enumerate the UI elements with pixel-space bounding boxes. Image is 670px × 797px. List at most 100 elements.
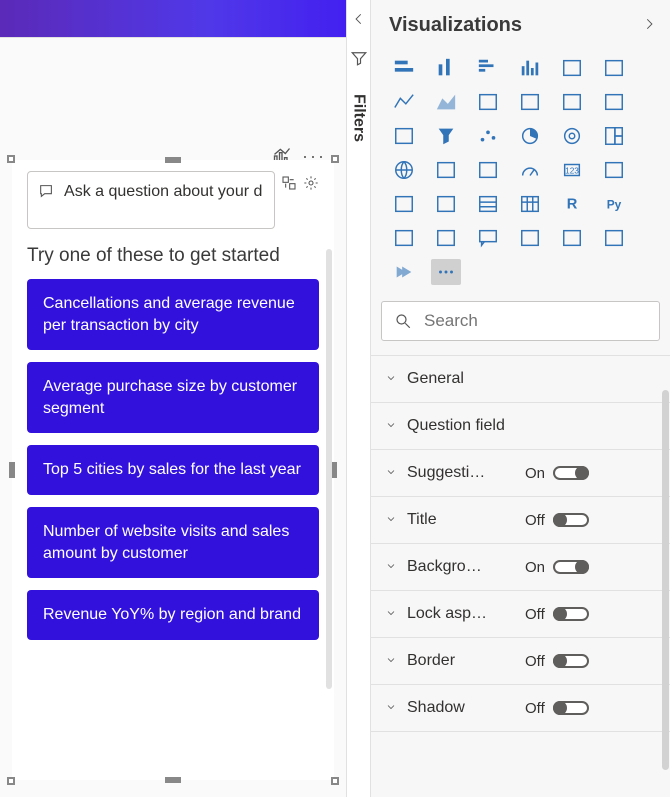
svg-text:123: 123 [565, 167, 579, 176]
qna-top-row [21, 171, 325, 229]
format-section-question-field[interactable]: Question field [371, 403, 670, 450]
resize-handle-b[interactable] [165, 777, 181, 783]
viz-pane-header: Visualizations [371, 0, 670, 51]
viz-type-stacked-bar[interactable] [389, 55, 419, 81]
viz-gallery: 123 R Py [371, 51, 670, 295]
qna-suggestion[interactable]: Top 5 cities by sales for the last year [27, 445, 319, 495]
format-section-general[interactable]: General [371, 356, 670, 403]
toggle-state-label: On [525, 559, 545, 576]
viz-type-clustered-bar[interactable] [473, 55, 503, 81]
viz-type-key-influencers[interactable] [389, 225, 419, 251]
switch-off-icon[interactable] [553, 701, 589, 715]
format-section-backgro-[interactable]: Backgro… On [371, 544, 670, 591]
resize-handle-l[interactable] [9, 462, 15, 478]
viz-type-scatter[interactable] [473, 123, 503, 149]
format-section-label: General [407, 370, 517, 388]
qna-suggestion[interactable]: Revenue YoY% by region and brand [27, 590, 319, 640]
viz-type-gauge[interactable] [515, 157, 545, 183]
gear-icon[interactable] [303, 175, 319, 194]
viz-type-line-stacked-column[interactable] [515, 89, 545, 115]
viz-type-qna[interactable] [473, 225, 503, 251]
viz-type-donut[interactable] [557, 123, 587, 149]
switch-off-icon[interactable] [553, 513, 589, 527]
viz-type-line[interactable] [389, 89, 419, 115]
viz-pane-title: Visualizations [389, 14, 522, 37]
resize-handle-tr[interactable] [331, 155, 339, 163]
viz-type-narrative[interactable] [515, 225, 545, 251]
format-section-label: Title [407, 511, 517, 529]
viz-type-pie[interactable] [515, 123, 545, 149]
qna-input[interactable] [62, 182, 264, 202]
viz-type-area[interactable] [431, 89, 461, 115]
chevron-right-icon[interactable] [642, 17, 656, 34]
format-toggle[interactable]: Off [525, 653, 589, 670]
filters-pane-collapsed[interactable]: Filters [347, 0, 371, 797]
viz-type-clustered-column[interactable] [515, 55, 545, 81]
switch-off-icon[interactable] [553, 607, 589, 621]
format-section-label: Question field [407, 417, 517, 435]
chevron-down-icon [385, 653, 399, 669]
viz-type-power-automate[interactable] [389, 259, 419, 285]
qna-scrollbar[interactable] [326, 249, 332, 689]
viz-type-ribbon[interactable] [599, 89, 629, 115]
resize-handle-bl[interactable] [7, 777, 15, 785]
viz-type-shape-map[interactable] [473, 157, 503, 183]
viz-type-filled-map[interactable] [431, 157, 461, 183]
switch-on-icon[interactable] [553, 560, 589, 574]
chevron-down-icon [385, 606, 399, 622]
resize-handle-br[interactable] [331, 777, 339, 785]
switch-off-icon[interactable] [553, 654, 589, 668]
format-search-input[interactable] [422, 310, 647, 332]
viz-type-waterfall[interactable] [389, 123, 419, 149]
viz-type-treemap[interactable] [599, 123, 629, 149]
format-section-shadow[interactable]: ShadowOff [371, 685, 670, 732]
viz-type-kpi[interactable] [389, 191, 419, 217]
viz-type-table[interactable] [473, 191, 503, 217]
format-section-suggesti-[interactable]: Suggesti…On [371, 450, 670, 497]
svg-text:Py: Py [607, 198, 622, 212]
viz-type-card[interactable]: 123 [557, 157, 587, 183]
viz-type-power-apps[interactable] [599, 225, 629, 251]
format-toggle[interactable]: On [525, 465, 589, 482]
viz-type-multi-row-card[interactable] [599, 157, 629, 183]
switch-on-icon[interactable] [553, 466, 589, 480]
viz-type-decomposition-tree[interactable] [431, 225, 461, 251]
convert-icon[interactable] [281, 175, 297, 194]
viz-type-hundred-column[interactable] [599, 55, 629, 81]
viz-pane-scrollbar[interactable] [662, 390, 669, 770]
viz-type-map[interactable] [389, 157, 419, 183]
viz-type-slicer[interactable] [431, 191, 461, 217]
viz-type-line-clustered-column[interactable] [557, 89, 587, 115]
chevron-down-icon [385, 371, 399, 387]
qna-suggestion[interactable]: Average purchase size by customer segmen… [27, 362, 319, 433]
viz-type-more-visuals[interactable] [431, 259, 461, 285]
format-toggle[interactable]: On [525, 559, 589, 576]
viz-type-stacked-area[interactable] [473, 89, 503, 115]
resize-handle-t[interactable] [165, 157, 181, 163]
format-section-border[interactable]: BorderOff [371, 638, 670, 685]
viz-type-funnel[interactable] [431, 123, 461, 149]
toggle-state-label: Off [525, 700, 545, 717]
viz-type-matrix[interactable] [515, 191, 545, 217]
format-toggle[interactable]: Off [525, 700, 589, 717]
format-search-box[interactable] [381, 301, 660, 341]
format-toggle[interactable]: Off [525, 512, 589, 529]
format-section-lock-asp-[interactable]: Lock asp…Off [371, 591, 670, 638]
qna-suggestion[interactable]: Number of website visits and sales amoun… [27, 507, 319, 578]
format-toggle[interactable]: Off [525, 606, 589, 623]
canvas-body[interactable]: ··· Try one of thes [0, 38, 346, 797]
format-section-title[interactable]: Title Off [371, 497, 670, 544]
viz-type-stacked-column[interactable] [431, 55, 461, 81]
viz-type-hundred-bar[interactable] [557, 55, 587, 81]
viz-type-py-visual[interactable]: Py [599, 191, 629, 217]
resize-handle-tl[interactable] [7, 155, 15, 163]
format-section-label: Backgro… [407, 558, 517, 576]
qna-suggestion[interactable]: Cancellations and average revenue per tr… [27, 279, 319, 350]
viz-type-r-visual[interactable]: R [557, 191, 587, 217]
viz-type-paginated[interactable] [557, 225, 587, 251]
filters-icon[interactable] [350, 49, 368, 70]
toggle-state-label: Off [525, 606, 545, 623]
qna-input-box[interactable] [27, 171, 275, 229]
qna-visual[interactable]: Try one of these to get started Cancella… [12, 160, 334, 780]
chevron-left-icon[interactable] [352, 12, 366, 29]
